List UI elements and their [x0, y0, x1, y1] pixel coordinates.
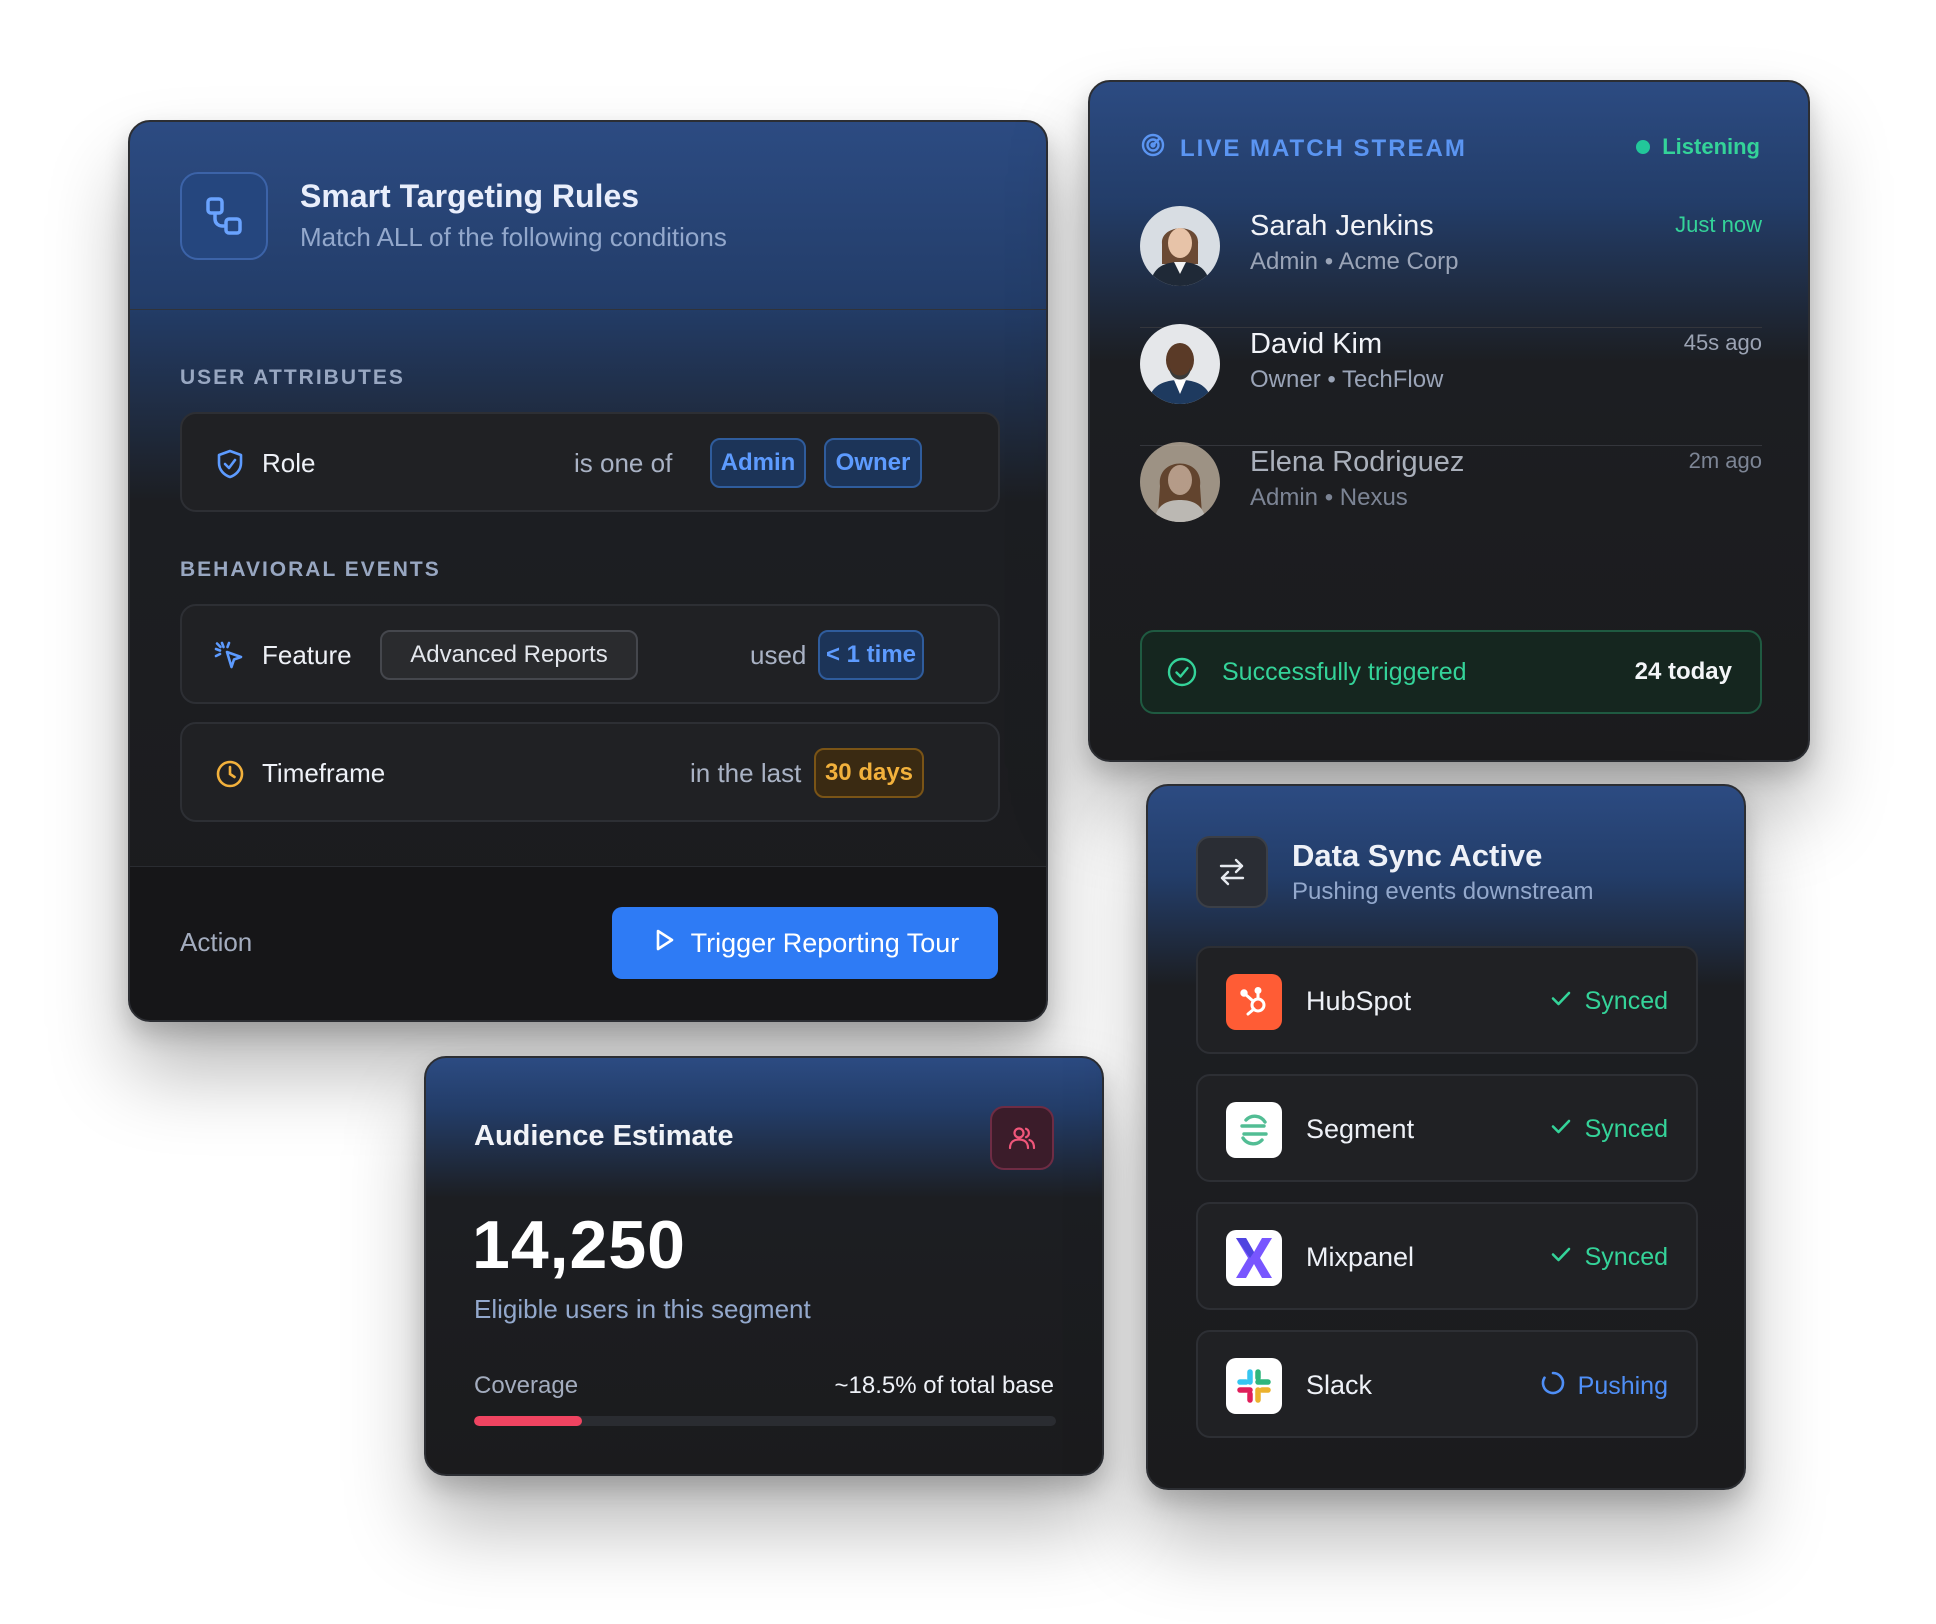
timeframe-label: Timeframe: [262, 758, 386, 788]
match-meta: Owner • TechFlow: [1250, 366, 1444, 393]
integration-row-mixpanel[interactable]: Mixpanel Synced: [1196, 1202, 1698, 1310]
feature-rule[interactable]: Feature Advanced Reports used < 1 time: [180, 604, 1000, 704]
segment-logo-icon: [1226, 1102, 1282, 1158]
match-name: Elena Rodriguez: [1250, 446, 1465, 478]
integration-name: Mixpanel: [1306, 1242, 1415, 1272]
coverage-progress-bar: [474, 1416, 1056, 1426]
cursor-click-icon: [214, 640, 246, 672]
audience-count: 14,250: [472, 1207, 686, 1283]
match-time: 45s ago: [1683, 330, 1762, 355]
audience-estimate-card: Audience Estimate 14,250 Eligible users …: [424, 1056, 1104, 1476]
trigger-tour-button[interactable]: Trigger Reporting Tour: [612, 907, 998, 979]
play-icon: [651, 927, 677, 960]
timeframe-operator: in the last: [690, 758, 802, 788]
success-count: 24 today: [1634, 658, 1732, 685]
timeframe-rule[interactable]: Timeframe in the last 30 days: [180, 722, 1000, 822]
users-icon[interactable]: [990, 1106, 1054, 1170]
integration-name: HubSpot: [1306, 986, 1412, 1016]
feature-operator: used: [750, 640, 807, 670]
live-stream-title: LIVE MATCH STREAM: [1180, 134, 1467, 162]
integration-status: Pushing: [1540, 1370, 1668, 1403]
coverage-value: ~18.5% of total base: [834, 1372, 1055, 1399]
trigger-tour-label: Trigger Reporting Tour: [690, 927, 960, 958]
feature-value-select[interactable]: Advanced Reports: [380, 630, 638, 680]
user-attributes-label: USER ATTRIBUTES: [180, 366, 405, 389]
slack-logo-icon: [1226, 1358, 1282, 1414]
clock-icon: [214, 758, 246, 790]
avatar: [1140, 206, 1220, 286]
radar-icon: [1140, 132, 1166, 165]
coverage-progress-fill: [474, 1416, 582, 1426]
shield-icon: [214, 448, 246, 480]
integration-name: Segment: [1306, 1114, 1415, 1144]
check-icon: [1549, 1114, 1573, 1145]
timeframe-value-pill[interactable]: 30 days: [814, 748, 924, 798]
targeting-header: Smart Targeting Rules Match ALL of the f…: [130, 122, 1046, 310]
spinner-icon: [1540, 1370, 1566, 1403]
avatar: [1140, 324, 1220, 404]
feature-label: Feature: [262, 640, 352, 670]
integration-status: Synced: [1549, 1242, 1668, 1273]
match-meta: Admin • Acme Corp: [1250, 248, 1459, 275]
behavioral-events-label: BEHAVIORAL EVENTS: [180, 558, 441, 581]
integration-status: Synced: [1549, 986, 1668, 1017]
audience-subtitle: Eligible users in this segment: [474, 1294, 811, 1324]
status-dot: [1636, 140, 1651, 154]
targeting-footer: Action Trigger Reporting Tour: [130, 866, 1046, 1020]
match-meta: Admin • Nexus: [1250, 484, 1408, 511]
action-label: Action: [180, 927, 253, 957]
avatar: [1140, 442, 1220, 522]
role-operator: is one of: [574, 448, 673, 478]
targeting-subtitle: Match ALL of the following conditions: [300, 222, 727, 252]
check-circle-icon: [1166, 656, 1198, 693]
role-value-admin[interactable]: Admin: [710, 438, 806, 488]
match-time: 2m ago: [1688, 448, 1762, 473]
role-rule[interactable]: Role is one of Admin Owner: [180, 412, 1000, 512]
integration-row-hubspot[interactable]: HubSpot Synced: [1196, 946, 1698, 1054]
success-banner: Successfully triggered 24 today: [1140, 630, 1762, 714]
mixpanel-logo-icon: [1226, 1230, 1282, 1286]
match-name: David Kim: [1250, 328, 1383, 360]
check-icon: [1549, 986, 1573, 1017]
hubspot-logo-icon: [1226, 974, 1282, 1030]
match-row[interactable]: Elena Rodriguez Admin • Nexus 2m ago: [1140, 418, 1762, 564]
live-stream-header: LIVE MATCH STREAM: [1140, 132, 1467, 165]
check-icon: [1549, 1242, 1573, 1273]
role-label: Role: [262, 448, 316, 478]
audience-title: Audience Estimate: [474, 1120, 734, 1152]
integration-row-slack[interactable]: Slack Pushing: [1196, 1330, 1698, 1438]
live-match-card: LIVE MATCH STREAM Listening Sarah Jenkin…: [1088, 80, 1810, 762]
integration-name: Slack: [1306, 1370, 1373, 1400]
smart-targeting-card: Smart Targeting Rules Match ALL of the f…: [128, 120, 1048, 1022]
success-label: Successfully triggered: [1222, 658, 1467, 686]
listening-status: Listening: [1636, 134, 1760, 160]
targeting-title: Smart Targeting Rules: [300, 178, 640, 214]
match-time: Just now: [1675, 212, 1762, 237]
integration-row-segment[interactable]: Segment Synced: [1196, 1074, 1698, 1182]
role-value-owner[interactable]: Owner: [824, 438, 922, 488]
arrows-swap-icon: [1196, 836, 1268, 908]
integration-status: Synced: [1549, 1114, 1668, 1145]
data-sync-card: Data Sync Active Pushing events downstre…: [1146, 784, 1746, 1490]
listening-label: Listening: [1662, 134, 1760, 159]
coverage-label: Coverage: [474, 1372, 579, 1399]
workflow-icon: [180, 172, 268, 260]
sync-title: Data Sync Active: [1292, 838, 1543, 873]
match-name: Sarah Jenkins: [1250, 210, 1434, 242]
usage-count-pill[interactable]: < 1 time: [818, 630, 924, 680]
sync-subtitle: Pushing events downstream: [1292, 878, 1594, 905]
